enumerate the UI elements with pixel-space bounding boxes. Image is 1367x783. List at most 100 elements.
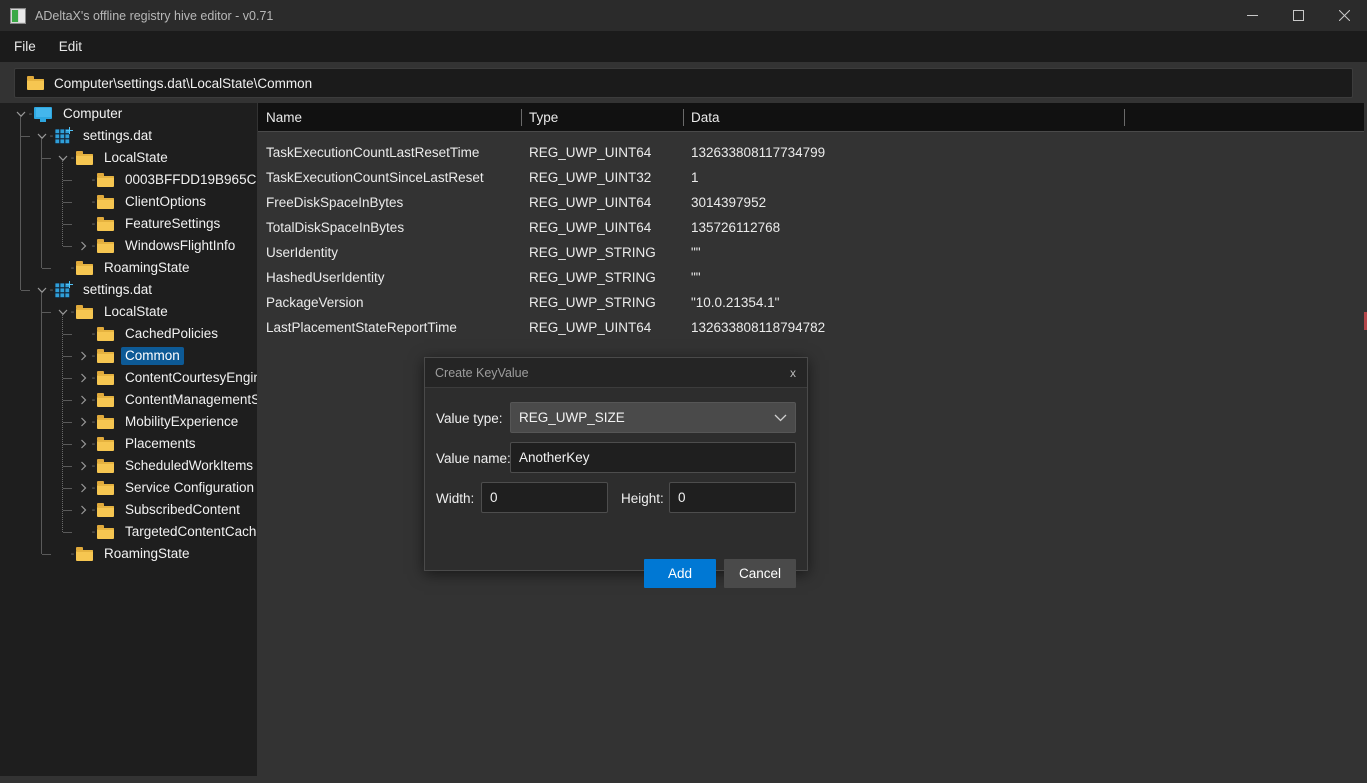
app-icon: [10, 7, 26, 24]
tree-item-subscribedcontent[interactable]: - SubscribedContent: [0, 499, 257, 521]
tree-connector-dash: -: [91, 371, 96, 384]
column-separator[interactable]: [683, 109, 684, 126]
add-button[interactable]: Add: [644, 559, 716, 588]
chevron-right-icon[interactable]: [77, 477, 90, 499]
tree-item-roamingstate[interactable]: - RoamingState: [0, 257, 257, 279]
tree-item-placements[interactable]: - Placements: [0, 433, 257, 455]
table-row[interactable]: TaskExecutionCountSinceLastReset REG_UWP_…: [258, 165, 1364, 190]
tree-item-windowsflightinfo[interactable]: - WindowsFlightInfo: [0, 235, 257, 257]
cell-name: TaskExecutionCountSinceLastReset: [266, 170, 484, 185]
dialog-close-icon[interactable]: x: [781, 361, 805, 385]
chevron-right-icon[interactable]: [77, 499, 90, 521]
tree-item-targetedcontentcache[interactable]: - TargetedContentCache: [0, 521, 257, 543]
chevron-right-icon[interactable]: [77, 235, 90, 257]
tree-item-settings-dat[interactable]: - settings.dat: [0, 279, 257, 301]
tree-expander-placeholder: [77, 169, 90, 191]
cell-name: HashedUserIdentity: [266, 270, 385, 285]
tree-elbow: [63, 532, 72, 533]
column-header-data[interactable]: Data: [691, 103, 720, 132]
folder-icon: [76, 261, 93, 275]
chevron-right-icon[interactable]: [77, 433, 90, 455]
chevron-right-icon[interactable]: [77, 455, 90, 477]
cell-type: REG_UWP_UINT32: [529, 170, 652, 185]
chevron-right-icon[interactable]: [77, 345, 90, 367]
tree-item-label: TargetedContentCache: [125, 524, 257, 539]
table-row[interactable]: HashedUserIdentity REG_UWP_STRING "": [258, 265, 1364, 290]
tree-connector-dash: -: [28, 107, 33, 120]
tree-expander-placeholder: [56, 257, 69, 279]
value-name-input[interactable]: AnotherKey: [510, 442, 796, 473]
address-bar[interactable]: Computer\settings.dat\LocalState\Common: [14, 68, 1353, 98]
tree-item-label: FeatureSettings: [125, 216, 221, 231]
maximize-icon[interactable]: [1275, 0, 1321, 31]
cell-data: "": [691, 245, 701, 260]
folder-icon: [76, 547, 93, 561]
tree-item-clientoptions[interactable]: - ClientOptions: [0, 191, 257, 213]
tree-connector-dash: -: [91, 459, 96, 472]
cell-type: REG_UWP_UINT64: [529, 145, 652, 160]
value-name-input-text: AnotherKey: [519, 450, 590, 465]
tree-item-label: RoamingState: [104, 546, 190, 561]
tree-guide-line: [41, 293, 42, 554]
menu-item-edit[interactable]: Edit: [50, 35, 91, 58]
folder-icon: [76, 151, 93, 165]
tree-item-common[interactable]: - Common: [0, 345, 257, 367]
cell-name: TaskExecutionCountLastResetTime: [266, 145, 480, 160]
tree-item-computer[interactable]: - Computer: [0, 103, 257, 125]
tree-connector-dash: -: [91, 195, 96, 208]
table-row[interactable]: UserIdentity REG_UWP_STRING "": [258, 240, 1364, 265]
tree-connector-dash: -: [70, 547, 75, 560]
tree-connector-dash: -: [91, 349, 96, 362]
registry-tree-panel[interactable]: - Computer - settings.dat - LocalState -0003BF…: [0, 103, 257, 776]
tree-item-mobilityexperience[interactable]: - MobilityExperience: [0, 411, 257, 433]
tree-elbow: [63, 356, 72, 357]
tree-item-label: 0003BFFDD19B965C: [125, 172, 257, 187]
tree-item-contentcourtesyengine[interactable]: - ContentCourtesyEngine: [0, 367, 257, 389]
chevron-right-icon[interactable]: [77, 411, 90, 433]
window-titlebar: ADeltaX's offline registry hive editor -…: [0, 0, 1367, 31]
tree-connector-dash: -: [91, 239, 96, 252]
cell-name: UserIdentity: [266, 245, 339, 260]
folder-icon: [27, 76, 44, 90]
chevron-right-icon[interactable]: [77, 367, 90, 389]
tree-item-localstate[interactable]: - LocalState: [0, 301, 257, 323]
tree-connector-dash: -: [91, 415, 96, 428]
cell-type: REG_UWP_UINT64: [529, 195, 652, 210]
column-separator[interactable]: [1124, 109, 1125, 126]
cell-type: REG_UWP_UINT64: [529, 320, 652, 335]
height-input[interactable]: 0: [669, 482, 796, 513]
tree-item-settings-dat[interactable]: - settings.dat: [0, 125, 257, 147]
tree-elbow: [63, 202, 72, 203]
table-row[interactable]: TaskExecutionCountLastResetTime REG_UWP_U…: [258, 140, 1364, 165]
folder-icon: [97, 239, 114, 253]
tree-item-0003bffdd19b965c[interactable]: - 0003BFFDD19B965C: [0, 169, 257, 191]
close-icon[interactable]: [1321, 0, 1367, 31]
column-separator[interactable]: [521, 109, 522, 126]
tree-item-scheduledworkitems[interactable]: - ScheduledWorkItems: [0, 455, 257, 477]
menu-item-file[interactable]: File: [5, 35, 45, 58]
table-row[interactable]: FreeDiskSpaceInBytes REG_UWP_UINT64 301439…: [258, 190, 1364, 215]
column-header-type[interactable]: Type: [529, 103, 558, 132]
table-row[interactable]: LastPlacementStateReportTime REG_UWP_UINT…: [258, 315, 1364, 340]
column-header-name[interactable]: Name: [266, 103, 302, 132]
minimize-icon[interactable]: [1229, 0, 1275, 31]
table-row[interactable]: PackageVersion REG_UWP_STRING "10.0.21354.…: [258, 290, 1364, 315]
tree-elbow: [42, 312, 51, 313]
tree-item-featuresettings[interactable]: - FeatureSettings: [0, 213, 257, 235]
tree-item-roamingstate[interactable]: - RoamingState: [0, 543, 257, 565]
width-input[interactable]: 0: [481, 482, 608, 513]
tree-item-localstate[interactable]: - LocalState: [0, 147, 257, 169]
chevron-right-icon[interactable]: [77, 389, 90, 411]
tree-item-service-configuration[interactable]: - Service Configuration: [0, 477, 257, 499]
tree-elbow: [63, 224, 72, 225]
tree-elbow: [63, 400, 72, 401]
tree-item-cachedpolicies[interactable]: - CachedPolicies: [0, 323, 257, 345]
tree-elbow: [63, 334, 72, 335]
value-type-select[interactable]: REG_UWP_SIZE: [510, 402, 796, 433]
cancel-button[interactable]: Cancel: [724, 559, 796, 588]
create-keyvalue-dialog: Create KeyValue x Value type: REG_UWP_SI…: [424, 357, 808, 588]
tree-elbow: [63, 466, 72, 467]
cell-name: FreeDiskSpaceInBytes: [266, 195, 404, 210]
table-row[interactable]: TotalDiskSpaceInBytes REG_UWP_UINT64 13572…: [258, 215, 1364, 240]
tree-item-contentmanagementsdk[interactable]: - ContentManagementSDK: [0, 389, 257, 411]
